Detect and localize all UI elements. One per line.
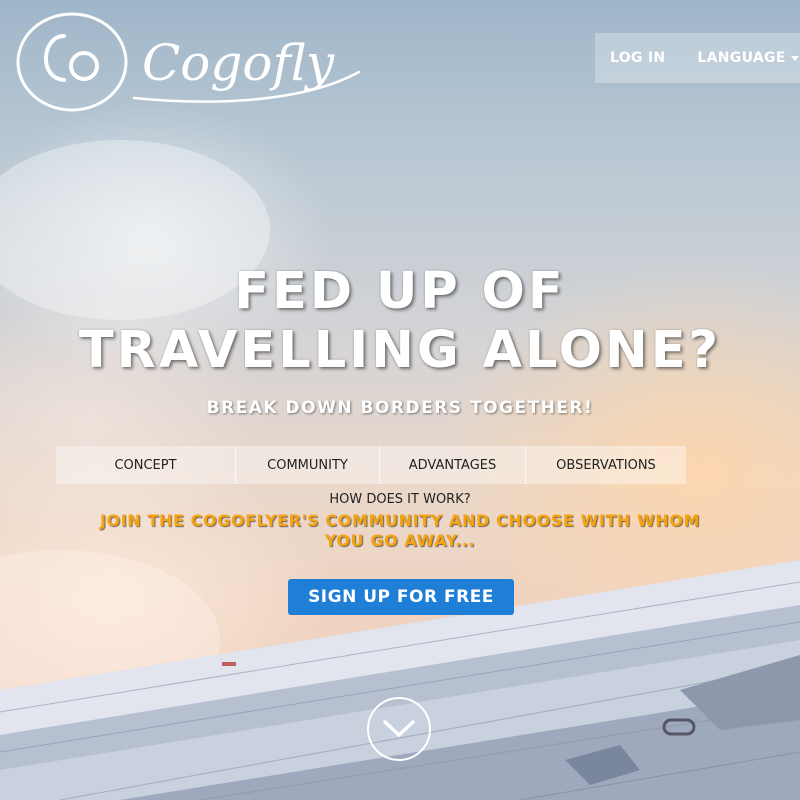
hero-tagline: BREAK DOWN BORDERS TOGETHER! [206,398,594,418]
tab-observations[interactable]: OBSERVATIONS [525,446,686,484]
hero-background: Cogofly LOG IN LANGUAGE FED UP OF TRAVEL… [0,0,800,800]
scroll-down-button[interactable] [367,697,431,761]
login-link[interactable]: LOG IN [610,50,665,66]
join-text-line-1: JOIN THE COGOFLYER'S COMMUNITY AND CHOOS… [99,511,701,530]
how-it-works-heading: HOW DOES IT WORK? [329,492,471,507]
top-navigation: LOG IN LANGUAGE [595,33,800,83]
headline-line-1: FED UP OF [234,262,566,321]
join-text-line-2: YOU GO AWAY... [324,531,476,550]
section-tabs: CONCEPT COMMUNITY ADVANTAGES OBSERVATION… [56,446,686,484]
join-community-text: JOIN THE COGOFLYER'S COMMUNITY AND CHOOS… [0,511,800,551]
signup-button[interactable]: SIGN UP FOR FREE [288,579,514,615]
chevron-down-icon [383,720,415,737]
language-dropdown[interactable]: LANGUAGE [697,50,799,66]
headline-line-2: TRAVELLING ALONE? [78,321,722,380]
tab-advantages[interactable]: ADVANTAGES [379,446,525,484]
logo-wordmark: Cogofly [142,34,335,92]
tab-community[interactable]: COMMUNITY [235,446,379,484]
cogofly-logo[interactable]: Cogofly [14,6,374,116]
hero-headline: FED UP OF TRAVELLING ALONE? [0,262,800,380]
tab-concept[interactable]: CONCEPT [56,446,235,484]
language-label: LANGUAGE [697,50,786,66]
caret-down-icon [790,55,799,61]
